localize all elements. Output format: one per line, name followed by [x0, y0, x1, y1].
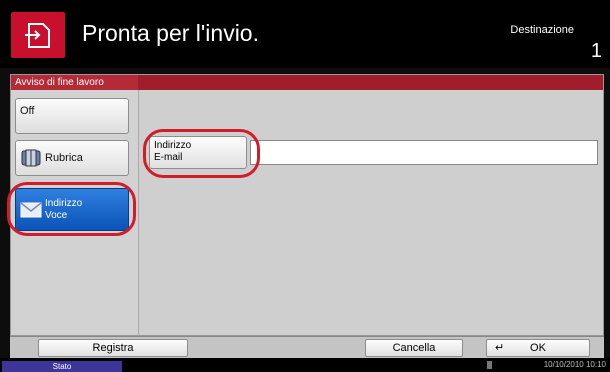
address-book-icon — [21, 149, 41, 167]
home-icon — [25, 23, 50, 48]
rubrica-button[interactable]: Rubrica — [15, 140, 129, 176]
indirizzo-voce-button[interactable]: Indirizzo Voce — [15, 188, 129, 231]
storage-icon — [487, 361, 492, 369]
bottom-bar: Registra Cancella ↵ OK — [10, 336, 604, 358]
off-label: Off — [20, 105, 35, 117]
panel-tab: Avviso di fine lavoro — [11, 75, 138, 90]
copier-screen: Pronta per l'invio. Destinazione 1 Avvis… — [0, 0, 610, 372]
status-button[interactable]: Stato — [2, 361, 122, 372]
ok-label: OK — [530, 342, 546, 354]
datetime: 10/10/2010 10:10 — [543, 360, 606, 369]
off-button[interactable]: Off — [15, 98, 129, 134]
cancella-button[interactable]: Cancella — [365, 339, 463, 357]
panel-strip — [138, 75, 603, 90]
content-area: Indirizzo E-mail — [138, 90, 603, 335]
rubrica-label: Rubrica — [45, 152, 83, 164]
email-button-line2: E-mail — [154, 152, 183, 163]
destination-label: Destinazione — [510, 24, 574, 36]
page-title: Pronta per l'invio. — [82, 20, 259, 46]
job-notice-panel: Avviso di fine lavoro Off Rubrica Indiri… — [10, 74, 604, 336]
header: Pronta per l'invio. Destinazione 1 — [0, 0, 610, 68]
ok-button[interactable]: ↵ OK — [486, 339, 590, 357]
status-bar: Stato 10/10/2010 10:10 — [0, 358, 610, 372]
indirizzo-voce-line1: Indirizzo — [45, 197, 83, 209]
registra-button[interactable]: Registra — [38, 339, 188, 357]
destination-count: 1 — [590, 40, 602, 62]
indirizzo-email-button[interactable]: Indirizzo E-mail — [149, 136, 247, 169]
home-button[interactable] — [11, 12, 65, 58]
email-address-field[interactable] — [250, 140, 598, 165]
envelope-icon — [20, 201, 42, 217]
enter-key-icon: ↵ — [495, 342, 505, 354]
indirizzo-voce-line2: Voce — [45, 209, 68, 221]
email-button-line1: Indirizzo — [154, 140, 192, 151]
